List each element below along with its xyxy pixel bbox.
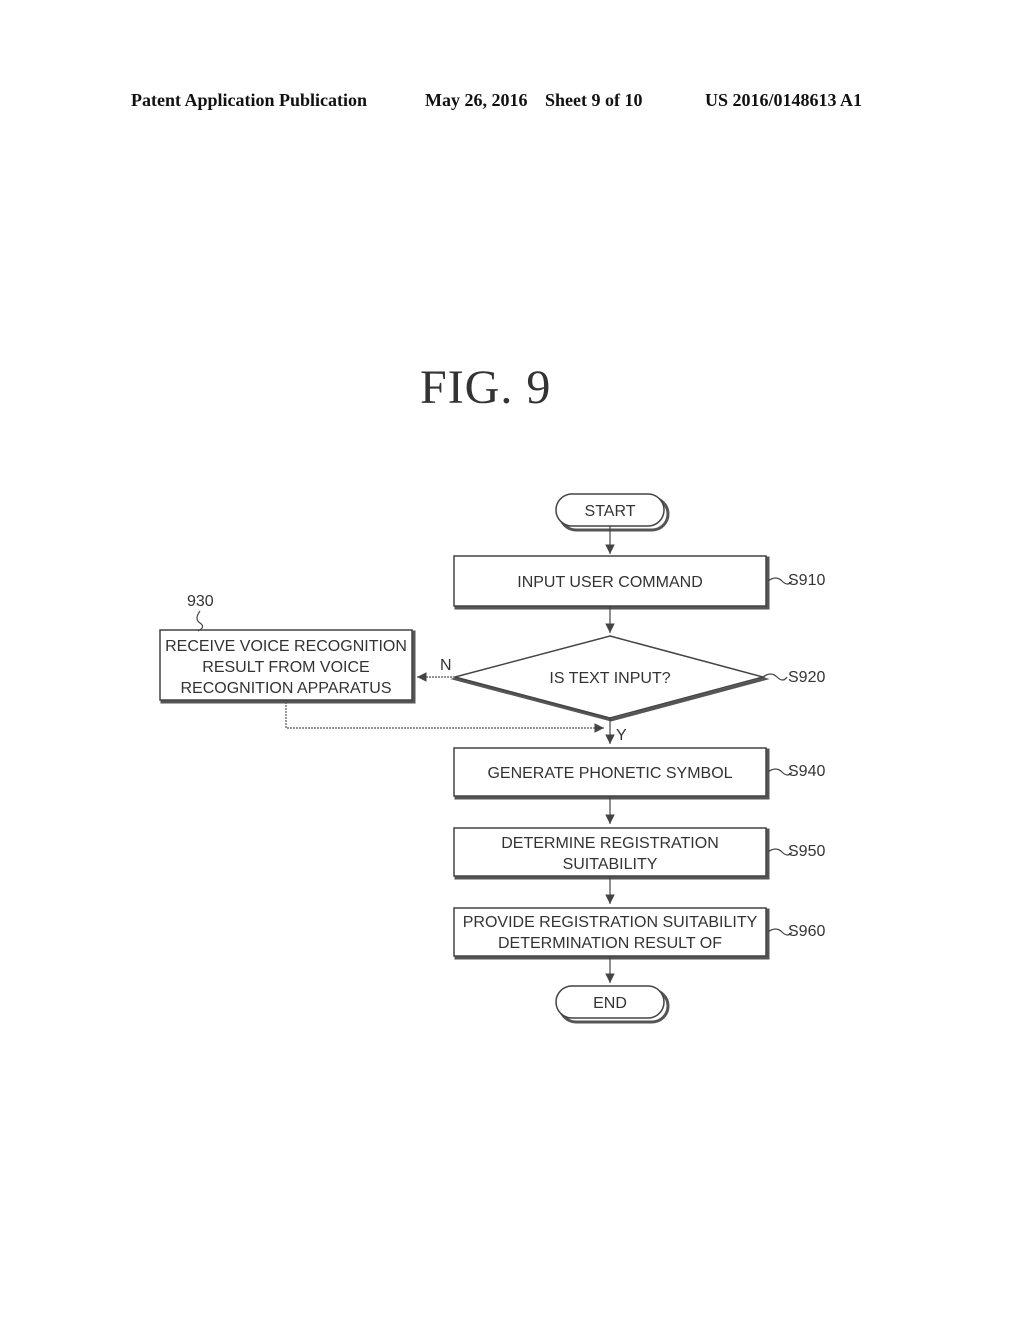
step-s940-label: GENERATE PHONETIC SYMBOL: [487, 765, 732, 782]
step-930-line-1: RECEIVE VOICE RECOGNITION: [165, 638, 407, 655]
ref-s910: S910: [788, 572, 825, 589]
step-s960-line-1: PROVIDE REGISTRATION SUITABILITY: [463, 914, 758, 931]
branch-yes-label: Y: [616, 727, 627, 744]
step-930-line-3: RECOGNITION APPARATUS: [181, 680, 392, 697]
ref-s940: S940: [788, 763, 825, 780]
ref-s950: S950: [788, 843, 825, 860]
decision-s920: IS TEXT INPUT?: [450, 635, 770, 722]
ref-s920: S920: [788, 669, 825, 686]
flowchart: START INPUT USER COMMAND S910 IS TEXT IN…: [159, 493, 825, 1024]
step-s960-line-2: DETERMINATION RESULT OF: [498, 935, 722, 952]
end-terminal: END: [555, 985, 670, 1024]
step-s910: INPUT USER COMMAND: [453, 555, 770, 610]
step-s910-label: INPUT USER COMMAND: [517, 574, 703, 591]
branch-no-label: N: [440, 657, 452, 674]
step-s950-line-1: DETERMINE REGISTRATION: [501, 835, 719, 852]
decision-s920-label: IS TEXT INPUT?: [549, 670, 670, 687]
start-terminal: START: [555, 493, 670, 532]
end-label: END: [593, 995, 627, 1012]
step-s950-line-2: SUITABILITY: [563, 856, 658, 873]
step-s960: PROVIDE REGISTRATION SUITABILITY DETERMI…: [453, 907, 770, 960]
ref-s960: S960: [788, 923, 825, 940]
step-s950: DETERMINE REGISTRATION SUITABILITY: [453, 827, 770, 880]
ref-930: 930: [187, 593, 214, 610]
step-s940: GENERATE PHONETIC SYMBOL: [453, 747, 770, 800]
step-930: RECEIVE VOICE RECOGNITION RESULT FROM VO…: [159, 629, 416, 704]
start-label: START: [585, 503, 636, 520]
leader-930: [196, 610, 204, 632]
step-930-line-2: RESULT FROM VOICE: [202, 659, 369, 676]
